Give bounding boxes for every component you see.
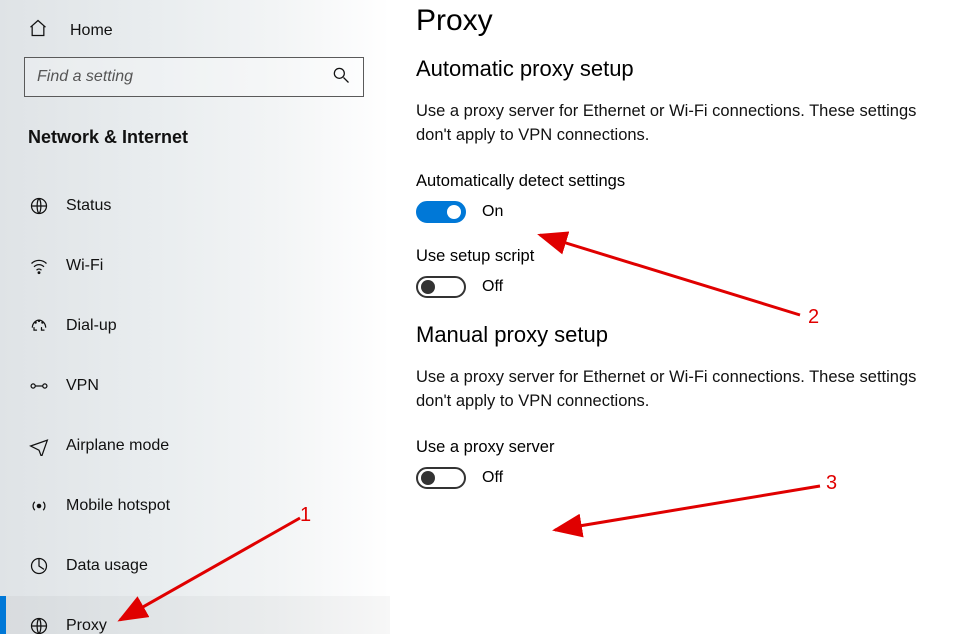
- home-label: Home: [70, 22, 113, 40]
- wifi-icon: [28, 256, 50, 276]
- sidebar-item-status[interactable]: Status: [0, 176, 390, 236]
- manual-desc: Use a proxy server for Ethernet or Wi-Fi…: [416, 366, 946, 414]
- detect-state: On: [482, 203, 503, 221]
- search-icon: [331, 65, 351, 90]
- content-pane: Proxy Automatic proxy setup Use a proxy …: [390, 0, 980, 634]
- sidebar-item-wifi[interactable]: Wi-Fi: [0, 236, 390, 296]
- script-state: Off: [482, 278, 503, 296]
- sidebar-item-vpn[interactable]: VPN: [0, 356, 390, 416]
- nav-list: Status Wi-Fi Dial-up VPN: [0, 176, 390, 634]
- sidebar-item-dialup[interactable]: Dial-up: [0, 296, 390, 356]
- home-icon: [28, 18, 48, 43]
- home-nav[interactable]: Home: [0, 10, 390, 57]
- sidebar-item-proxy[interactable]: Proxy: [0, 596, 390, 634]
- detect-label: Automatically detect settings: [416, 172, 952, 191]
- annotation-label-1: 1: [300, 504, 311, 527]
- data-icon: [28, 556, 50, 576]
- hotspot-icon: [28, 496, 50, 516]
- manual-heading: Manual proxy setup: [416, 322, 952, 348]
- sidebar-item-label: Airplane mode: [66, 437, 169, 455]
- auto-desc: Use a proxy server for Ethernet or Wi-Fi…: [416, 100, 946, 148]
- dialup-icon: [28, 316, 50, 336]
- detect-toggle[interactable]: [416, 201, 466, 223]
- vpn-icon: [28, 376, 50, 396]
- airplane-icon: [28, 436, 50, 456]
- globe-icon: [28, 196, 50, 216]
- use-proxy-state: Off: [482, 469, 503, 487]
- sidebar-item-label: Wi-Fi: [66, 257, 103, 275]
- sidebar-item-label: Mobile hotspot: [66, 497, 170, 515]
- sidebar-item-airplane[interactable]: Airplane mode: [0, 416, 390, 476]
- sidebar-item-hotspot[interactable]: Mobile hotspot: [0, 476, 390, 536]
- auto-heading: Automatic proxy setup: [416, 56, 952, 82]
- section-header: Network & Internet: [0, 119, 390, 158]
- search-input[interactable]: [37, 68, 320, 86]
- settings-sidebar: Home Network & Internet Status: [0, 0, 390, 634]
- use-proxy-toggle[interactable]: [416, 467, 466, 489]
- script-label: Use setup script: [416, 247, 952, 266]
- annotation-label-3: 3: [826, 472, 837, 495]
- sidebar-item-label: VPN: [66, 377, 99, 395]
- page-title: Proxy: [416, 4, 952, 38]
- use-proxy-label: Use a proxy server: [416, 438, 952, 457]
- sidebar-item-label: Data usage: [66, 557, 148, 575]
- sidebar-item-label: Status: [66, 197, 111, 215]
- sidebar-item-datausage[interactable]: Data usage: [0, 536, 390, 596]
- sidebar-item-label: Dial-up: [66, 317, 117, 335]
- script-toggle[interactable]: [416, 276, 466, 298]
- sidebar-item-label: Proxy: [66, 617, 107, 634]
- search-box[interactable]: [24, 57, 364, 97]
- proxy-icon: [28, 616, 50, 634]
- annotation-label-2: 2: [808, 306, 819, 329]
